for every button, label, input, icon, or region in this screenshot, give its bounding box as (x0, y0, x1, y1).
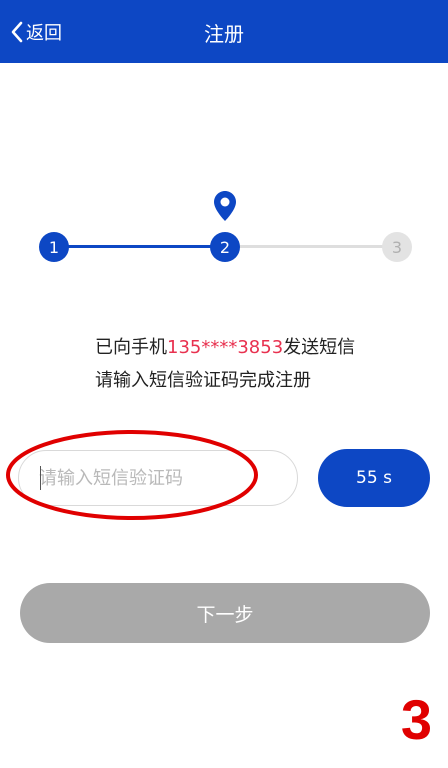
header-bar: 返回 注册 (0, 0, 448, 63)
step-2-circle: 2 (210, 232, 240, 262)
page-title: 注册 (204, 22, 244, 46)
location-pin-icon (213, 190, 237, 226)
annotation-ellipse (6, 430, 258, 520)
message-suffix: 发送短信 (283, 337, 356, 358)
masked-phone-number: 135****3853 (167, 337, 284, 358)
next-step-button[interactable]: 下一步 (20, 583, 430, 643)
step-progress-done (55, 245, 225, 248)
register-screen: 返回 注册 1 2 3 已向手机135****3853发送短信 请输入短信验证码… (0, 0, 448, 768)
sms-sent-message: 已向手机135****3853发送短信 (95, 333, 355, 359)
annotation-number: 3 (400, 688, 432, 751)
step-progress-pending (225, 245, 397, 248)
resend-countdown-button[interactable]: 55 s (318, 449, 430, 507)
step-3-circle: 3 (382, 232, 412, 262)
sms-instruction: 请输入短信验证码完成注册 (95, 370, 311, 391)
step-1-circle: 1 (39, 232, 69, 262)
message-prefix: 已向手机 (95, 337, 167, 358)
